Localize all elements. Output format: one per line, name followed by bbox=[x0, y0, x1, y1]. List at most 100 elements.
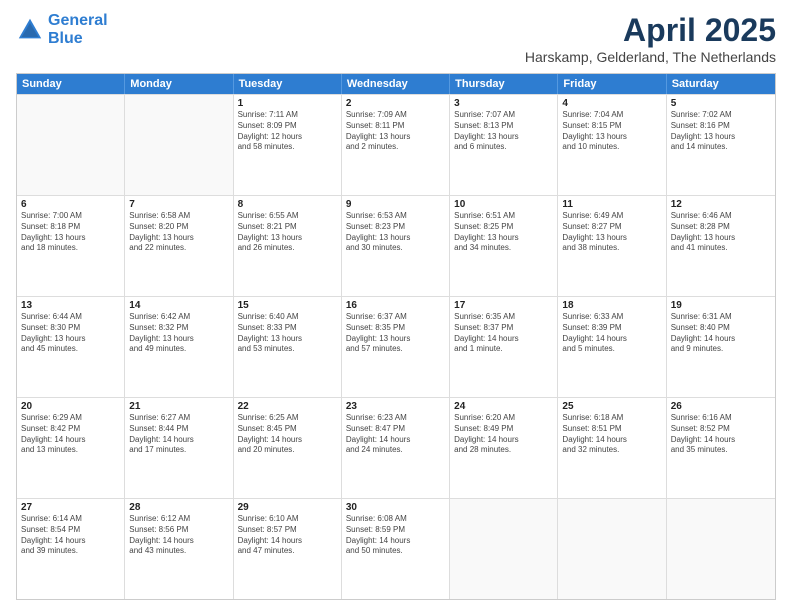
day-number: 24 bbox=[454, 401, 553, 412]
calendar-cell bbox=[17, 95, 125, 195]
main-title: April 2025 bbox=[525, 12, 776, 49]
calendar-header-cell: Friday bbox=[558, 74, 666, 94]
cell-info: Sunrise: 6:08 AMSunset: 8:59 PMDaylight:… bbox=[346, 514, 445, 557]
calendar-cell: 13Sunrise: 6:44 AMSunset: 8:30 PMDayligh… bbox=[17, 297, 125, 397]
calendar-cell: 23Sunrise: 6:23 AMSunset: 8:47 PMDayligh… bbox=[342, 398, 450, 498]
cell-info: Sunrise: 6:46 AMSunset: 8:28 PMDaylight:… bbox=[671, 211, 771, 254]
cell-info: Sunrise: 6:20 AMSunset: 8:49 PMDaylight:… bbox=[454, 413, 553, 456]
calendar-cell: 22Sunrise: 6:25 AMSunset: 8:45 PMDayligh… bbox=[234, 398, 342, 498]
calendar-cell: 29Sunrise: 6:10 AMSunset: 8:57 PMDayligh… bbox=[234, 499, 342, 599]
day-number: 30 bbox=[346, 502, 445, 513]
page: General Blue April 2025 Harskamp, Gelder… bbox=[0, 0, 792, 612]
day-number: 1 bbox=[238, 98, 337, 109]
cell-info: Sunrise: 6:51 AMSunset: 8:25 PMDaylight:… bbox=[454, 211, 553, 254]
calendar-cell: 3Sunrise: 7:07 AMSunset: 8:13 PMDaylight… bbox=[450, 95, 558, 195]
cell-info: Sunrise: 6:14 AMSunset: 8:54 PMDaylight:… bbox=[21, 514, 120, 557]
cell-info: Sunrise: 6:25 AMSunset: 8:45 PMDaylight:… bbox=[238, 413, 337, 456]
day-number: 7 bbox=[129, 199, 228, 210]
calendar-cell: 15Sunrise: 6:40 AMSunset: 8:33 PMDayligh… bbox=[234, 297, 342, 397]
day-number: 16 bbox=[346, 300, 445, 311]
cell-info: Sunrise: 6:23 AMSunset: 8:47 PMDaylight:… bbox=[346, 413, 445, 456]
calendar-header: SundayMondayTuesdayWednesdayThursdayFrid… bbox=[17, 74, 775, 94]
calendar-cell: 17Sunrise: 6:35 AMSunset: 8:37 PMDayligh… bbox=[450, 297, 558, 397]
cell-info: Sunrise: 6:29 AMSunset: 8:42 PMDaylight:… bbox=[21, 413, 120, 456]
cell-info: Sunrise: 6:58 AMSunset: 8:20 PMDaylight:… bbox=[129, 211, 228, 254]
cell-info: Sunrise: 6:18 AMSunset: 8:51 PMDaylight:… bbox=[562, 413, 661, 456]
day-number: 15 bbox=[238, 300, 337, 311]
calendar-cell bbox=[667, 499, 775, 599]
calendar-cell: 10Sunrise: 6:51 AMSunset: 8:25 PMDayligh… bbox=[450, 196, 558, 296]
day-number: 19 bbox=[671, 300, 771, 311]
cell-info: Sunrise: 6:42 AMSunset: 8:32 PMDaylight:… bbox=[129, 312, 228, 355]
calendar-header-cell: Sunday bbox=[17, 74, 125, 94]
cell-info: Sunrise: 6:35 AMSunset: 8:37 PMDaylight:… bbox=[454, 312, 553, 355]
cell-info: Sunrise: 6:12 AMSunset: 8:56 PMDaylight:… bbox=[129, 514, 228, 557]
calendar-cell: 8Sunrise: 6:55 AMSunset: 8:21 PMDaylight… bbox=[234, 196, 342, 296]
calendar-cell: 11Sunrise: 6:49 AMSunset: 8:27 PMDayligh… bbox=[558, 196, 666, 296]
day-number: 28 bbox=[129, 502, 228, 513]
calendar-cell bbox=[450, 499, 558, 599]
day-number: 3 bbox=[454, 98, 553, 109]
calendar-cell: 14Sunrise: 6:42 AMSunset: 8:32 PMDayligh… bbox=[125, 297, 233, 397]
calendar-row: 6Sunrise: 7:00 AMSunset: 8:18 PMDaylight… bbox=[17, 195, 775, 296]
calendar-row: 1Sunrise: 7:11 AMSunset: 8:09 PMDaylight… bbox=[17, 94, 775, 195]
day-number: 23 bbox=[346, 401, 445, 412]
header: General Blue April 2025 Harskamp, Gelder… bbox=[16, 12, 776, 65]
calendar-cell: 18Sunrise: 6:33 AMSunset: 8:39 PMDayligh… bbox=[558, 297, 666, 397]
calendar-cell bbox=[558, 499, 666, 599]
logo-text: General Blue bbox=[48, 12, 108, 47]
cell-info: Sunrise: 7:04 AMSunset: 8:15 PMDaylight:… bbox=[562, 110, 661, 153]
calendar-header-cell: Wednesday bbox=[342, 74, 450, 94]
cell-info: Sunrise: 7:11 AMSunset: 8:09 PMDaylight:… bbox=[238, 110, 337, 153]
cell-info: Sunrise: 6:53 AMSunset: 8:23 PMDaylight:… bbox=[346, 211, 445, 254]
day-number: 21 bbox=[129, 401, 228, 412]
day-number: 8 bbox=[238, 199, 337, 210]
calendar-cell: 24Sunrise: 6:20 AMSunset: 8:49 PMDayligh… bbox=[450, 398, 558, 498]
calendar-cell: 5Sunrise: 7:02 AMSunset: 8:16 PMDaylight… bbox=[667, 95, 775, 195]
calendar-header-cell: Monday bbox=[125, 74, 233, 94]
cell-info: Sunrise: 6:37 AMSunset: 8:35 PMDaylight:… bbox=[346, 312, 445, 355]
calendar-cell: 19Sunrise: 6:31 AMSunset: 8:40 PMDayligh… bbox=[667, 297, 775, 397]
cell-info: Sunrise: 7:00 AMSunset: 8:18 PMDaylight:… bbox=[21, 211, 120, 254]
calendar-header-cell: Thursday bbox=[450, 74, 558, 94]
day-number: 13 bbox=[21, 300, 120, 311]
calendar-cell: 27Sunrise: 6:14 AMSunset: 8:54 PMDayligh… bbox=[17, 499, 125, 599]
logo-line1: General bbox=[48, 12, 108, 29]
cell-info: Sunrise: 6:31 AMSunset: 8:40 PMDaylight:… bbox=[671, 312, 771, 355]
calendar-cell: 1Sunrise: 7:11 AMSunset: 8:09 PMDaylight… bbox=[234, 95, 342, 195]
cell-info: Sunrise: 6:33 AMSunset: 8:39 PMDaylight:… bbox=[562, 312, 661, 355]
day-number: 29 bbox=[238, 502, 337, 513]
calendar-row: 20Sunrise: 6:29 AMSunset: 8:42 PMDayligh… bbox=[17, 397, 775, 498]
cell-info: Sunrise: 7:07 AMSunset: 8:13 PMDaylight:… bbox=[454, 110, 553, 153]
day-number: 17 bbox=[454, 300, 553, 311]
calendar-cell bbox=[125, 95, 233, 195]
cell-info: Sunrise: 6:16 AMSunset: 8:52 PMDaylight:… bbox=[671, 413, 771, 456]
logo-line2: Blue bbox=[48, 30, 83, 47]
day-number: 11 bbox=[562, 199, 661, 210]
calendar-cell: 30Sunrise: 6:08 AMSunset: 8:59 PMDayligh… bbox=[342, 499, 450, 599]
cell-info: Sunrise: 7:09 AMSunset: 8:11 PMDaylight:… bbox=[346, 110, 445, 153]
calendar-header-cell: Tuesday bbox=[234, 74, 342, 94]
calendar-cell: 26Sunrise: 6:16 AMSunset: 8:52 PMDayligh… bbox=[667, 398, 775, 498]
day-number: 4 bbox=[562, 98, 661, 109]
day-number: 25 bbox=[562, 401, 661, 412]
day-number: 14 bbox=[129, 300, 228, 311]
day-number: 22 bbox=[238, 401, 337, 412]
cell-info: Sunrise: 6:10 AMSunset: 8:57 PMDaylight:… bbox=[238, 514, 337, 557]
cell-info: Sunrise: 6:27 AMSunset: 8:44 PMDaylight:… bbox=[129, 413, 228, 456]
calendar-cell: 25Sunrise: 6:18 AMSunset: 8:51 PMDayligh… bbox=[558, 398, 666, 498]
logo: General Blue bbox=[16, 12, 108, 47]
calendar-cell: 21Sunrise: 6:27 AMSunset: 8:44 PMDayligh… bbox=[125, 398, 233, 498]
calendar-cell: 16Sunrise: 6:37 AMSunset: 8:35 PMDayligh… bbox=[342, 297, 450, 397]
day-number: 5 bbox=[671, 98, 771, 109]
sub-title: Harskamp, Gelderland, The Netherlands bbox=[525, 49, 776, 65]
cell-info: Sunrise: 6:44 AMSunset: 8:30 PMDaylight:… bbox=[21, 312, 120, 355]
day-number: 27 bbox=[21, 502, 120, 513]
calendar-row: 27Sunrise: 6:14 AMSunset: 8:54 PMDayligh… bbox=[17, 498, 775, 599]
calendar-cell: 7Sunrise: 6:58 AMSunset: 8:20 PMDaylight… bbox=[125, 196, 233, 296]
calendar-cell: 20Sunrise: 6:29 AMSunset: 8:42 PMDayligh… bbox=[17, 398, 125, 498]
day-number: 10 bbox=[454, 199, 553, 210]
logo-icon bbox=[16, 16, 44, 44]
calendar-body: 1Sunrise: 7:11 AMSunset: 8:09 PMDaylight… bbox=[17, 94, 775, 599]
calendar-header-cell: Saturday bbox=[667, 74, 775, 94]
